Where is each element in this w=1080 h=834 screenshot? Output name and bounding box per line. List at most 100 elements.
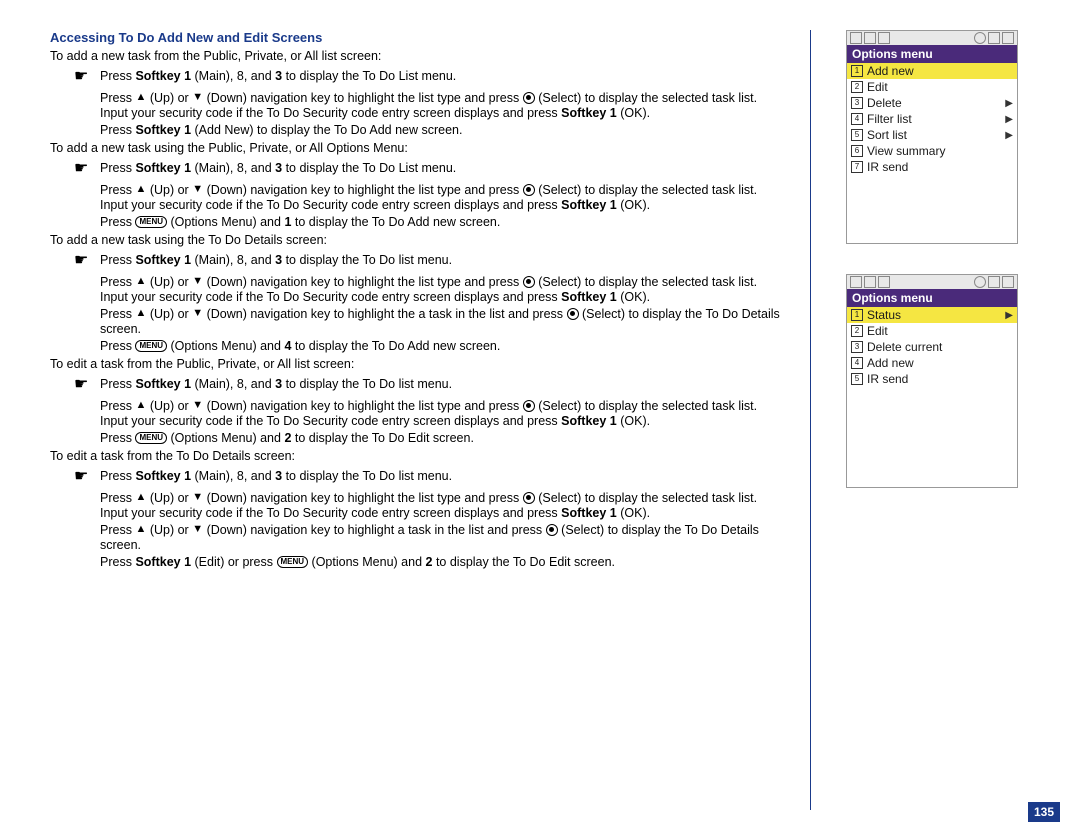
instruction-step: ☛ Press Softkey 1 (Main), 8, 3and 3 to d…	[50, 69, 800, 85]
intro-text: To add a new task using the To Do Detail…	[50, 233, 800, 247]
submenu-arrow-icon: ▶	[1005, 114, 1013, 125]
instruction-line: Press ▲ (Up) or ▼ (Down) navigation key …	[50, 183, 800, 213]
phone-status-bar	[847, 31, 1017, 45]
select-icon	[523, 92, 535, 104]
pointer-icon: ☛	[74, 69, 100, 85]
menu-icon: MENU	[135, 216, 167, 228]
menu-item-label: Add new	[867, 356, 914, 370]
menu-item-number: 7	[851, 161, 863, 173]
menu-icon: MENU	[135, 432, 167, 444]
phone-menu-item: 2Edit	[847, 323, 1017, 339]
instruction-line: Press ▲ (Up) or ▼ (Down) navigation key …	[50, 491, 800, 521]
phone-menu-list: 1 Status ▶ 2Edit 3 Delete current 4 Add new 5 IR …	[847, 307, 1017, 487]
menu-item-label: IR send	[867, 160, 908, 174]
select-icon	[523, 184, 535, 196]
phone-menu-item: 4 Filter list ▶	[847, 111, 1017, 127]
instruction-line: Press ▲ (Up) or ▼ (Down) navigation key …	[50, 523, 800, 553]
phone-menu-item: 5 Sort list ▶	[847, 127, 1017, 143]
menu-item-number: 5	[851, 129, 863, 141]
menu-item-number: 5	[851, 373, 863, 385]
up-icon: ▲	[135, 491, 146, 504]
submenu-arrow-icon: ▶	[1005, 130, 1013, 141]
phone-menu-item: 4 Add new	[847, 355, 1017, 371]
menu-item-label: Add new	[867, 64, 914, 78]
step-text: Press Softkey 1 (Main), 8, and 3 to disp…	[100, 377, 800, 392]
phone-menu-item: 1 Status ▶	[847, 307, 1017, 323]
up-icon: ▲	[135, 91, 146, 104]
column-divider	[810, 30, 811, 810]
menu-item-number: 4	[851, 113, 863, 125]
intro-text: To edit a task from the Public, Private,…	[50, 357, 800, 371]
menu-item-number: 6	[851, 145, 863, 157]
submenu-arrow-icon: ▶	[1005, 98, 1013, 109]
phone-screenshot-1: Options menu 1Add new2Edit3Delete▶4Filte…	[846, 30, 1018, 244]
phone-menu-title: Options menu	[847, 45, 1017, 63]
down-icon: ▼	[192, 91, 203, 104]
phone-menu-list: 1Add new2Edit3Delete▶4Filter list▶5Sort …	[847, 63, 1017, 243]
up-icon: ▲	[135, 307, 146, 320]
menu-item-number: 2	[851, 81, 863, 93]
menu-item-label: Delete	[867, 96, 902, 110]
instruction-line: Press ▲ (Up) or ▼ (Down) navigation key …	[50, 275, 800, 305]
select-icon	[523, 492, 535, 504]
up-icon: ▲	[135, 399, 146, 412]
pointer-icon: ☛	[74, 161, 100, 177]
instruction-step: ☛ Press Softkey 1 (Main), 8, and 3 to di…	[50, 377, 800, 393]
instruction-line: Press Softkey 1 (Add New) to display the…	[50, 123, 800, 138]
step-text: Press Softkey 1 (Main), 8, 3and 3 to dis…	[100, 69, 800, 84]
instruction-step: ☛ Press Softkey 1 (Main), 8, and 3 to di…	[50, 253, 800, 269]
intro-text: To edit a task from the To Do Details sc…	[50, 449, 800, 463]
select-icon	[523, 400, 535, 412]
instruction-line: Press ▲ (Up) or ▼ (Down) navigation key …	[50, 307, 800, 337]
step-text: Press Softkey 1 (Main), 8, and 3 to disp…	[100, 161, 800, 176]
down-icon: ▼	[192, 399, 203, 412]
phone-status-bar	[847, 275, 1017, 289]
pointer-icon: ☛	[74, 469, 100, 485]
down-icon: ▼	[192, 491, 203, 504]
step-text: Press Softkey 1 (Main), 8, and 3 to disp…	[100, 253, 800, 268]
instruction-line: Press MENU (Options Menu) and 2 to displ…	[50, 431, 800, 446]
instruction-step: ☛ Press Softkey 1 (Main), 8, and 3 to di…	[50, 469, 800, 485]
step-text: Press Softkey 1 (Main), 8, and 3 to disp…	[100, 469, 800, 484]
menu-item-label: IR send	[867, 372, 908, 386]
phone-menu-item: 3 Delete current	[847, 339, 1017, 355]
menu-item-number: 1	[851, 309, 863, 321]
select-icon	[546, 524, 558, 536]
menu-item-label: Filter list	[867, 112, 912, 126]
pointer-icon: ☛	[74, 377, 100, 393]
pointer-icon: ☛	[74, 253, 100, 269]
menu-item-label: Status	[867, 308, 901, 322]
menu-item-number: 2	[851, 325, 863, 337]
menu-item-number: 4	[851, 357, 863, 369]
select-icon	[567, 308, 579, 320]
page-number: 135	[1028, 802, 1060, 822]
instruction-step: ☛ Press Softkey 1 (Main), 8, and 3 to di…	[50, 161, 800, 177]
phone-menu-title: Options menu	[847, 289, 1017, 307]
menu-item-number: 1	[851, 65, 863, 77]
submenu-arrow-icon: ▶	[1005, 310, 1013, 321]
phone-menu-item: 2Edit	[847, 79, 1017, 95]
select-icon	[523, 276, 535, 288]
intro-text: To add a new task from the Public, Priva…	[50, 49, 800, 63]
down-icon: ▼	[192, 275, 203, 288]
intro-text: To add a new task using the Public, Priv…	[50, 141, 800, 155]
menu-item-label: Delete current	[867, 340, 942, 354]
main-content: Accessing To Do Add New and Edit Screens…	[50, 30, 810, 810]
menu-item-number: 3	[851, 341, 863, 353]
up-icon: ▲	[135, 183, 146, 196]
instruction-line: Press ▲ (Up) or ▼ (Down) navigation key …	[50, 399, 800, 429]
instruction-line: Press MENU (Options Menu) and 1 to displ…	[50, 215, 800, 230]
phone-screenshot-2: Options menu 1 Status ▶ 2Edit 3 Delete curren…	[846, 274, 1018, 488]
sidebar: Options menu 1Add new2Edit3Delete▶4Filte…	[821, 30, 1046, 810]
up-icon: ▲	[135, 275, 146, 288]
down-icon: ▼	[192, 307, 203, 320]
instruction-line: Press Softkey 1 (Edit) or press MENU (Op…	[50, 555, 800, 570]
up-icon: ▲	[135, 523, 146, 536]
phone-menu-item: 6View summary	[847, 143, 1017, 159]
phone-menu-item: 7 IR send	[847, 159, 1017, 175]
menu-icon: MENU	[135, 340, 167, 352]
phone-menu-item: 3Delete▶	[847, 95, 1017, 111]
menu-item-label: Sort list	[867, 128, 907, 142]
down-icon: ▼	[192, 183, 203, 196]
phone-menu-item: 5 IR send	[847, 371, 1017, 387]
